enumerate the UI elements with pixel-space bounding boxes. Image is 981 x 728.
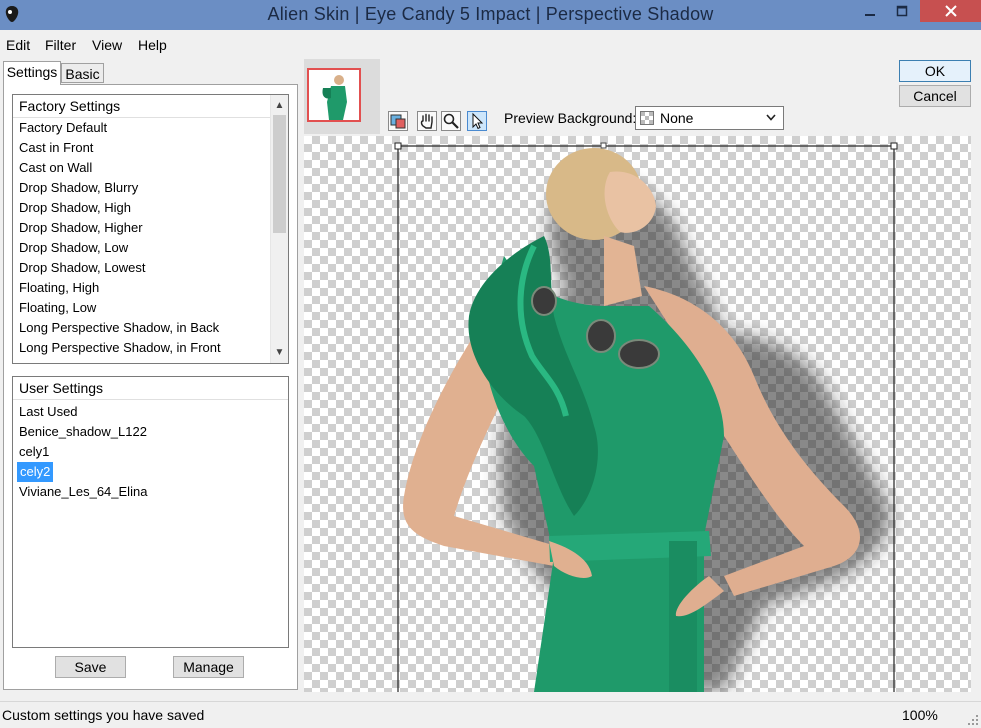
pointer-tool-icon <box>472 112 484 130</box>
list-item[interactable]: Cast in Front <box>19 138 93 158</box>
list-item[interactable]: Viviane_Les_64_Elina <box>19 482 147 502</box>
cancel-button[interactable]: Cancel <box>899 85 971 107</box>
close-icon <box>944 5 957 17</box>
scroll-thumb[interactable] <box>273 115 286 233</box>
factory-settings-list[interactable]: Factory Settings Factory Default Cast in… <box>12 94 289 364</box>
manage-button[interactable]: Manage <box>173 656 244 678</box>
background-swatch-icon <box>640 111 654 125</box>
zoom-tool-icon <box>443 113 459 129</box>
status-bar: Custom settings you have saved 100% <box>0 701 981 728</box>
save-button[interactable]: Save <box>55 656 126 678</box>
tab-basic[interactable]: Basic <box>61 63 104 83</box>
user-settings-header: User Settings <box>13 377 288 400</box>
list-item[interactable]: Long Perspective Shadow, in Front <box>19 338 221 358</box>
navigator-icon <box>390 114 406 129</box>
resize-grip-icon[interactable] <box>967 714 979 726</box>
factory-settings-header: Factory Settings <box>13 95 288 118</box>
minimize-icon <box>865 14 875 16</box>
hand-tool-button[interactable] <box>417 111 437 131</box>
thumbnail-image <box>309 70 359 120</box>
list-item[interactable]: Drop Shadow, Lowest <box>19 258 145 278</box>
navigator-tool-button[interactable] <box>388 111 408 131</box>
preview-image <box>394 142 898 692</box>
preview-background-select[interactable]: None <box>635 106 784 130</box>
minimize-button[interactable] <box>855 0 885 22</box>
close-button[interactable] <box>920 0 981 22</box>
zoom-level: 100% <box>902 707 938 723</box>
preview-canvas[interactable] <box>304 136 971 692</box>
list-item[interactable]: cely1 <box>19 442 49 462</box>
tab-settings[interactable]: Settings <box>3 61 61 85</box>
status-text: Custom settings you have saved <box>2 707 205 723</box>
menu-edit[interactable]: Edit <box>6 37 30 53</box>
zoom-tool-button[interactable] <box>441 111 461 131</box>
pointer-tool-button[interactable] <box>467 111 487 131</box>
dropdown-arrow-icon <box>766 114 776 121</box>
menu-help[interactable]: Help <box>138 37 167 53</box>
scroll-up-icon[interactable]: ▲ <box>271 97 288 114</box>
thumbnail-viewport[interactable] <box>307 68 361 122</box>
maximize-button[interactable] <box>887 0 917 22</box>
window-title: Alien Skin | Eye Candy 5 Impact | Perspe… <box>267 4 714 24</box>
list-item[interactable]: Drop Shadow, Blurry <box>19 178 138 198</box>
ok-button[interactable]: OK <box>899 60 971 82</box>
list-item[interactable]: Factory Default <box>19 118 107 138</box>
list-item[interactable]: Last Used <box>19 402 78 422</box>
list-item[interactable]: Drop Shadow, Low <box>19 238 128 258</box>
list-item[interactable]: Floating, High <box>19 278 99 298</box>
preview-background-label: Preview Background: <box>504 110 637 126</box>
list-item-selected[interactable]: cely2 <box>17 462 54 482</box>
list-item[interactable]: Benice_shadow_L122 <box>19 422 147 442</box>
list-item[interactable]: Cast on Wall <box>19 158 92 178</box>
menu-bar: Edit Filter View Help <box>0 32 981 56</box>
list-item[interactable]: Long Perspective Shadow, in Back <box>19 318 219 338</box>
factory-scrollbar[interactable]: ▲ ▼ <box>270 95 288 363</box>
list-item[interactable]: Drop Shadow, High <box>19 198 131 218</box>
maximize-icon <box>896 5 908 17</box>
title-bar: Alien Skin | Eye Candy 5 Impact | Perspe… <box>0 0 981 30</box>
menu-view[interactable]: View <box>92 37 122 53</box>
preview-scroll-edge[interactable] <box>973 136 981 692</box>
list-item[interactable]: Drop Shadow, Higher <box>19 218 143 238</box>
hand-tool-icon <box>420 113 433 129</box>
preview-background-value: None <box>660 110 694 126</box>
user-settings-list[interactable]: User Settings Last Used Benice_shadow_L1… <box>12 376 289 648</box>
scroll-down-icon[interactable]: ▼ <box>271 344 288 361</box>
menu-filter[interactable]: Filter <box>45 37 76 53</box>
list-item[interactable]: Floating, Low <box>19 298 96 318</box>
